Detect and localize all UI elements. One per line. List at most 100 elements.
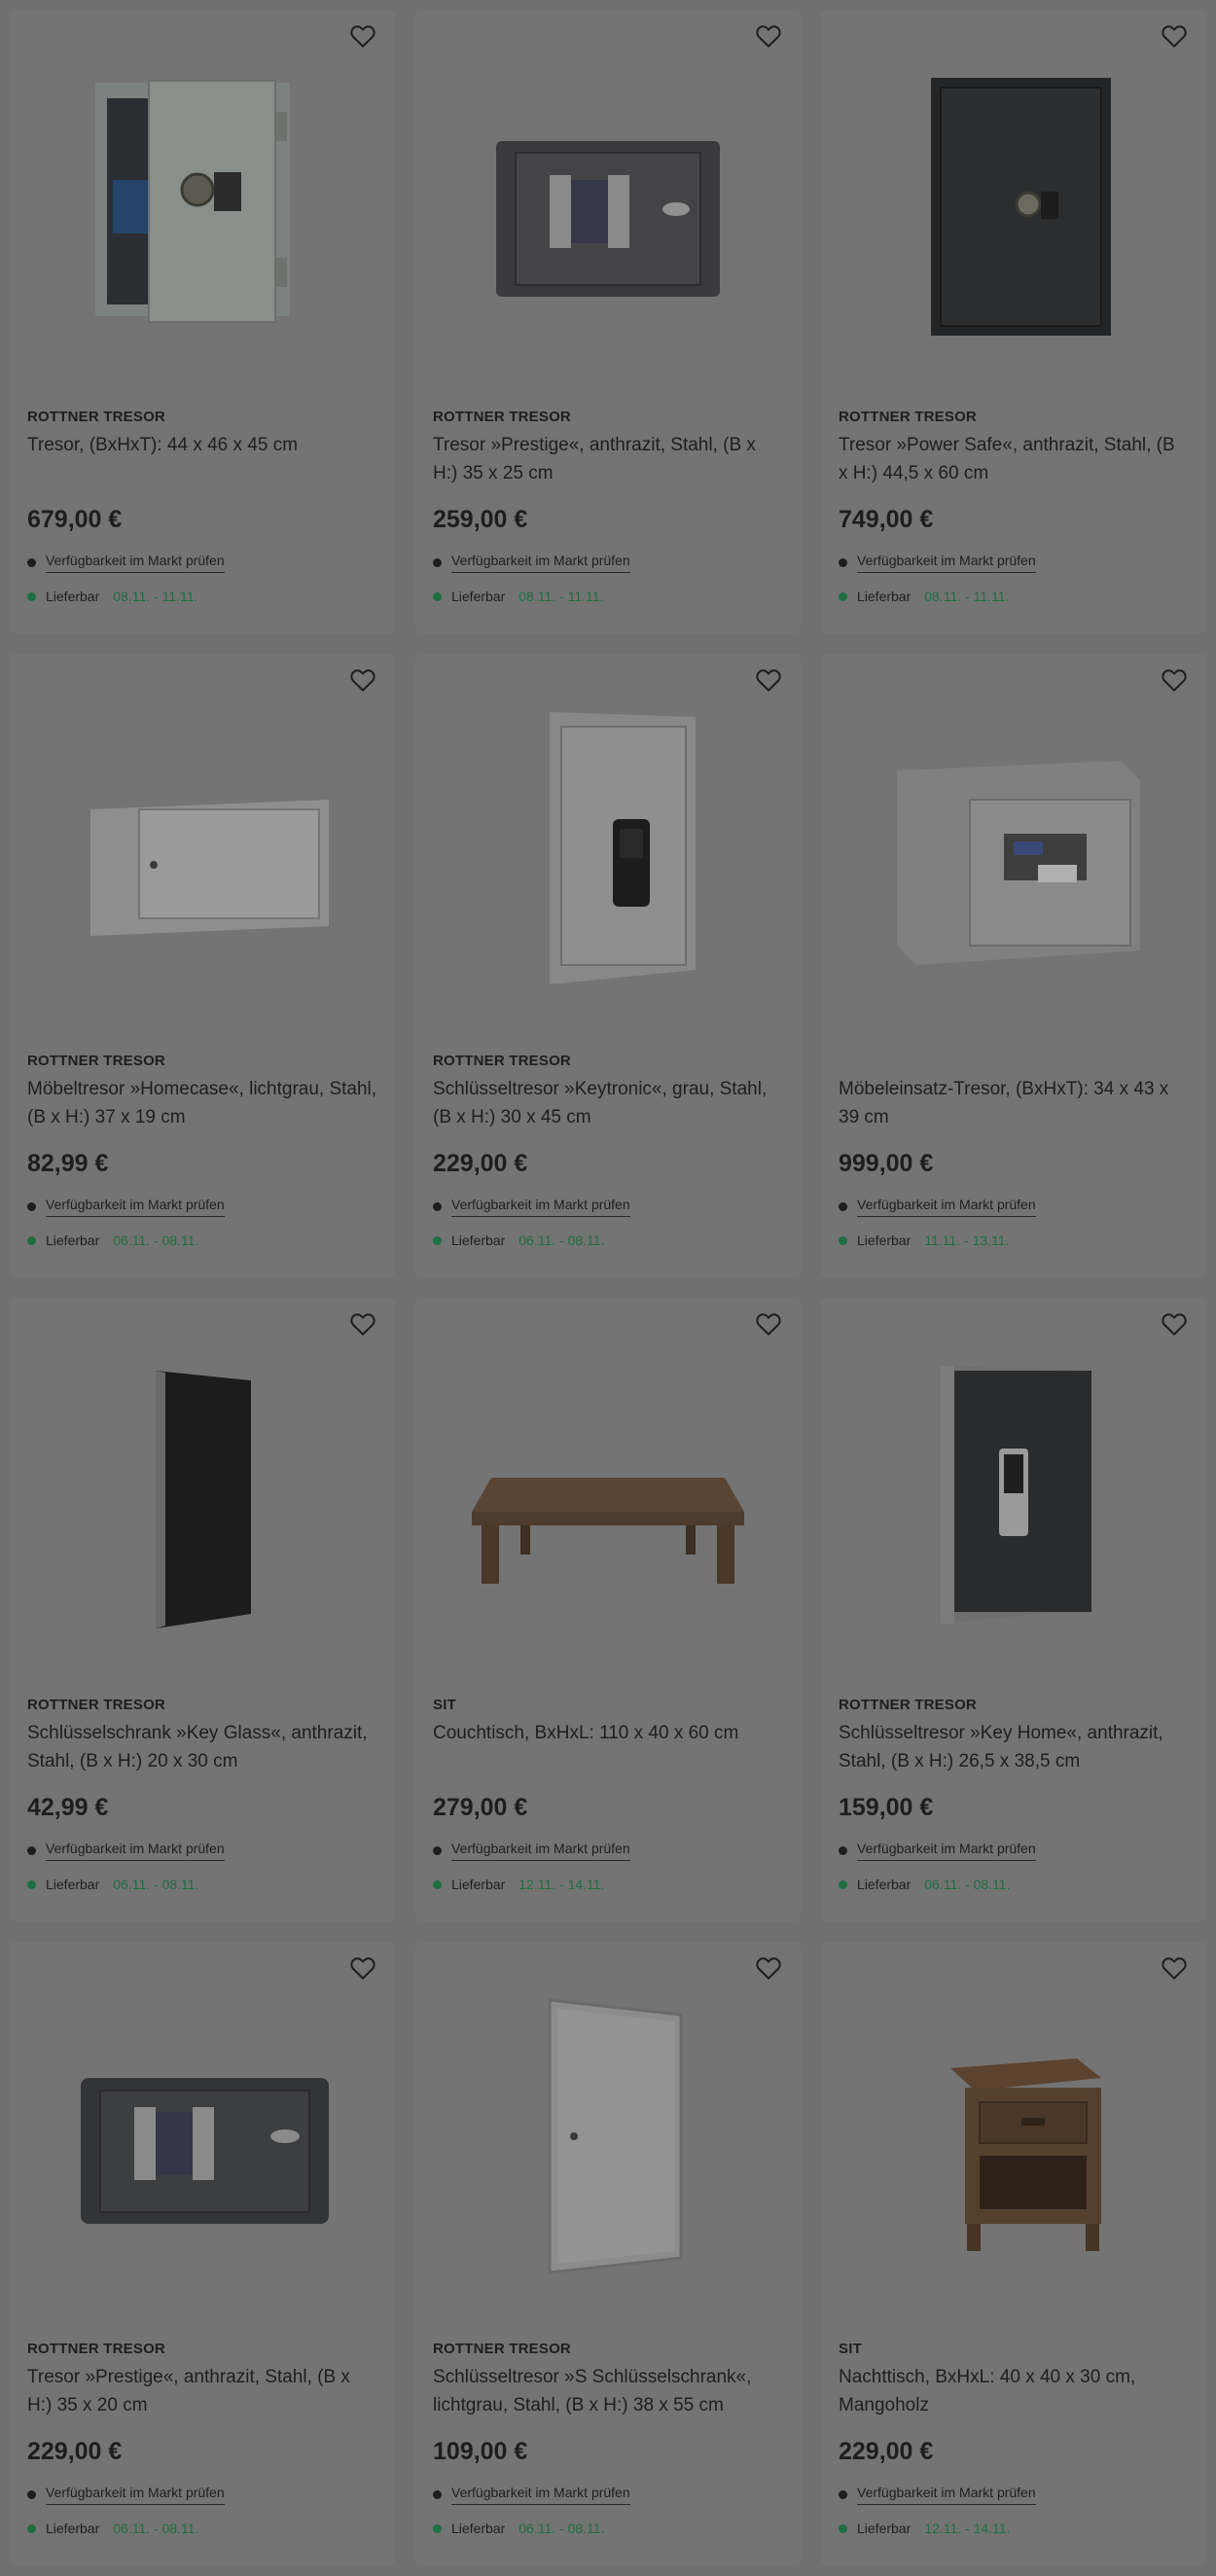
product-card[interactable]: ROTTNER TRESOR Tresor »Power Safe«, anth… — [821, 10, 1206, 633]
product-image[interactable] — [821, 1298, 1206, 1677]
key-safe-icon — [550, 712, 696, 984]
availability-link[interactable]: Verfügbarkeit im Markt prüfen — [433, 1841, 630, 1861]
product-card[interactable]: ROTTNER TRESOR Tresor, (BxHxT): 44 x 46 … — [10, 10, 395, 633]
delivery-status-dot-icon — [839, 2523, 847, 2533]
product-image[interactable] — [10, 10, 395, 389]
delivery-status-dot-icon — [839, 1879, 847, 1889]
availability-dot-icon — [433, 1846, 442, 1855]
product-card[interactable]: Möbeleinsatz-Tresor, (BxHxT): 34 x 43 x … — [821, 654, 1206, 1277]
delivery-status-dot-icon — [839, 1235, 847, 1245]
delivery-status-dot-icon — [433, 1879, 442, 1889]
product-image[interactable] — [415, 10, 801, 389]
delivery-status-dot-icon — [27, 1235, 36, 1245]
product-image[interactable] — [10, 1942, 395, 2321]
product-title[interactable]: Tresor »Prestige«, anthrazit, Stahl, (B … — [433, 431, 783, 487]
product-card[interactable]: ROTTNER TRESOR Tresor »Prestige«, anthra… — [415, 10, 801, 633]
availability-link[interactable]: Verfügbarkeit im Markt prüfen — [27, 2485, 225, 2505]
product-image[interactable] — [415, 1942, 801, 2321]
product-brand: ROTTNER TRESOR — [433, 1053, 571, 1069]
delivery-status-dot-icon — [839, 591, 847, 601]
product-image[interactable] — [821, 10, 1206, 389]
product-image[interactable] — [415, 1298, 801, 1677]
product-card[interactable]: ROTTNER TRESOR Schlüsseltresor »Keytroni… — [415, 654, 801, 1277]
safe-wide-icon — [496, 141, 720, 297]
product-image[interactable] — [10, 654, 395, 1033]
product-price: 259,00 € — [433, 506, 528, 533]
availability-label[interactable]: Verfügbarkeit im Markt prüfen — [451, 1197, 630, 1217]
product-title[interactable]: Tresor »Prestige«, anthrazit, Stahl, (B … — [27, 2363, 377, 2419]
product-brand: ROTTNER TRESOR — [27, 2341, 165, 2357]
delivery-dates: 08.11. - 11.11. — [519, 589, 604, 604]
availability-label[interactable]: Verfügbarkeit im Markt prüfen — [46, 1197, 225, 1217]
product-card[interactable]: ROTTNER TRESOR Schlüsselschrank »Key Gla… — [10, 1298, 395, 1921]
availability-link[interactable]: Verfügbarkeit im Markt prüfen — [839, 2485, 1036, 2505]
availability-link[interactable]: Verfügbarkeit im Markt prüfen — [27, 1841, 225, 1861]
delivery-dates: 06.11. - 08.11. — [924, 1877, 1011, 1892]
product-title[interactable]: Möbeltresor »Homecase«, lichtgrau, Stahl… — [27, 1075, 377, 1131]
availability-label[interactable]: Verfügbarkeit im Markt prüfen — [46, 553, 225, 573]
product-card[interactable]: ROTTNER TRESOR Schlüsseltresor »S Schlüs… — [415, 1942, 801, 2565]
delivery-dates: 12.11. - 14.11. — [519, 1877, 605, 1892]
product-card[interactable]: ROTTNER TRESOR Tresor »Prestige«, anthra… — [10, 1942, 395, 2565]
product-card[interactable]: ROTTNER TRESOR Möbeltresor »Homecase«, l… — [10, 654, 395, 1277]
delivery-label: Lieferbar — [857, 1233, 912, 1248]
availability-link[interactable]: Verfügbarkeit im Markt prüfen — [27, 553, 225, 573]
availability-dot-icon — [433, 558, 442, 567]
product-price: 749,00 € — [839, 506, 934, 533]
product-title[interactable]: Schlüsseltresor »Key Home«, anthrazit, S… — [839, 1719, 1189, 1775]
product-card[interactable]: ROTTNER TRESOR Schlüsseltresor »Key Home… — [821, 1298, 1206, 1921]
availability-label[interactable]: Verfügbarkeit im Markt prüfen — [451, 553, 630, 573]
product-price: 42,99 € — [27, 1794, 109, 1821]
availability-label[interactable]: Verfügbarkeit im Markt prüfen — [46, 2485, 225, 2505]
product-image[interactable] — [821, 654, 1206, 1033]
delivery-status-dot-icon — [27, 2523, 36, 2533]
delivery-label: Lieferbar — [451, 589, 506, 604]
delivery-label: Lieferbar — [46, 2521, 100, 2536]
availability-label[interactable]: Verfügbarkeit im Markt prüfen — [857, 1197, 1036, 1217]
availability-link[interactable]: Verfügbarkeit im Markt prüfen — [433, 1197, 630, 1217]
delivery-info: Lieferbar 06.11. - 08.11. — [433, 1233, 604, 1248]
availability-label[interactable]: Verfügbarkeit im Markt prüfen — [857, 1841, 1036, 1861]
product-title[interactable]: Tresor »Power Safe«, anthrazit, Stahl, (… — [839, 431, 1189, 487]
furniture-safe-icon — [90, 800, 329, 936]
availability-link[interactable]: Verfügbarkeit im Markt prüfen — [839, 553, 1036, 573]
product-title[interactable]: Schlüsselschrank »Key Glass«, anthrazit,… — [27, 1719, 377, 1775]
product-image[interactable] — [415, 654, 801, 1033]
product-image[interactable] — [821, 1942, 1206, 2321]
product-title[interactable]: Schlüsseltresor »Keytronic«, grau, Stahl… — [433, 1075, 783, 1131]
availability-link[interactable]: Verfügbarkeit im Markt prüfen — [839, 1197, 1036, 1217]
availability-label[interactable]: Verfügbarkeit im Markt prüfen — [451, 1841, 630, 1861]
availability-label[interactable]: Verfügbarkeit im Markt prüfen — [451, 2485, 630, 2505]
delivery-dates: 06.11. - 08.11. — [519, 1233, 605, 1248]
availability-link[interactable]: Verfügbarkeit im Markt prüfen — [27, 1197, 225, 1217]
availability-label[interactable]: Verfügbarkeit im Markt prüfen — [857, 2485, 1036, 2505]
product-title[interactable]: Nachttisch, BxHxL: 40 x 40 x 30 cm, Mang… — [839, 2363, 1189, 2419]
product-brand: SIT — [433, 1697, 456, 1713]
product-brand: ROTTNER TRESOR — [27, 1053, 165, 1069]
availability-label[interactable]: Verfügbarkeit im Markt prüfen — [857, 553, 1036, 573]
product-card[interactable]: SIT Nachttisch, BxHxL: 40 x 40 x 30 cm, … — [821, 1942, 1206, 2565]
product-title[interactable]: Tresor, (BxHxT): 44 x 46 x 45 cm — [27, 431, 377, 459]
product-image[interactable] — [10, 1298, 395, 1677]
delivery-label: Lieferbar — [46, 1233, 100, 1248]
availability-link[interactable]: Verfügbarkeit im Markt prüfen — [433, 2485, 630, 2505]
safe-open-icon — [95, 80, 290, 323]
availability-dot-icon — [27, 558, 36, 567]
product-title[interactable]: Couchtisch, BxHxL: 110 x 40 x 60 cm — [433, 1719, 783, 1747]
delivery-dates: 06.11. - 08.11. — [113, 1877, 199, 1892]
delivery-status-dot-icon — [27, 1879, 36, 1889]
product-price: 82,99 € — [27, 1150, 109, 1177]
product-brand: SIT — [839, 2341, 862, 2357]
product-card[interactable]: SIT Couchtisch, BxHxL: 110 x 40 x 60 cm … — [415, 1298, 801, 1921]
delivery-dates: 08.11. - 11.11. — [113, 589, 198, 604]
product-brand: ROTTNER TRESOR — [433, 409, 571, 425]
product-title[interactable]: Schlüsseltresor »S Schlüsselschrank«, li… — [433, 2363, 783, 2419]
product-price: 159,00 € — [839, 1794, 934, 1821]
key-home-safe-icon — [941, 1366, 1091, 1624]
delivery-dates: 12.11. - 14.11. — [924, 2521, 1011, 2536]
availability-label[interactable]: Verfügbarkeit im Markt prüfen — [46, 1841, 225, 1861]
availability-link[interactable]: Verfügbarkeit im Markt prüfen — [839, 1841, 1036, 1861]
availability-link[interactable]: Verfügbarkeit im Markt prüfen — [433, 553, 630, 573]
delivery-info: Lieferbar 12.11. - 14.11. — [433, 1877, 604, 1892]
product-title[interactable]: Möbeleinsatz-Tresor, (BxHxT): 34 x 43 x … — [839, 1075, 1189, 1131]
